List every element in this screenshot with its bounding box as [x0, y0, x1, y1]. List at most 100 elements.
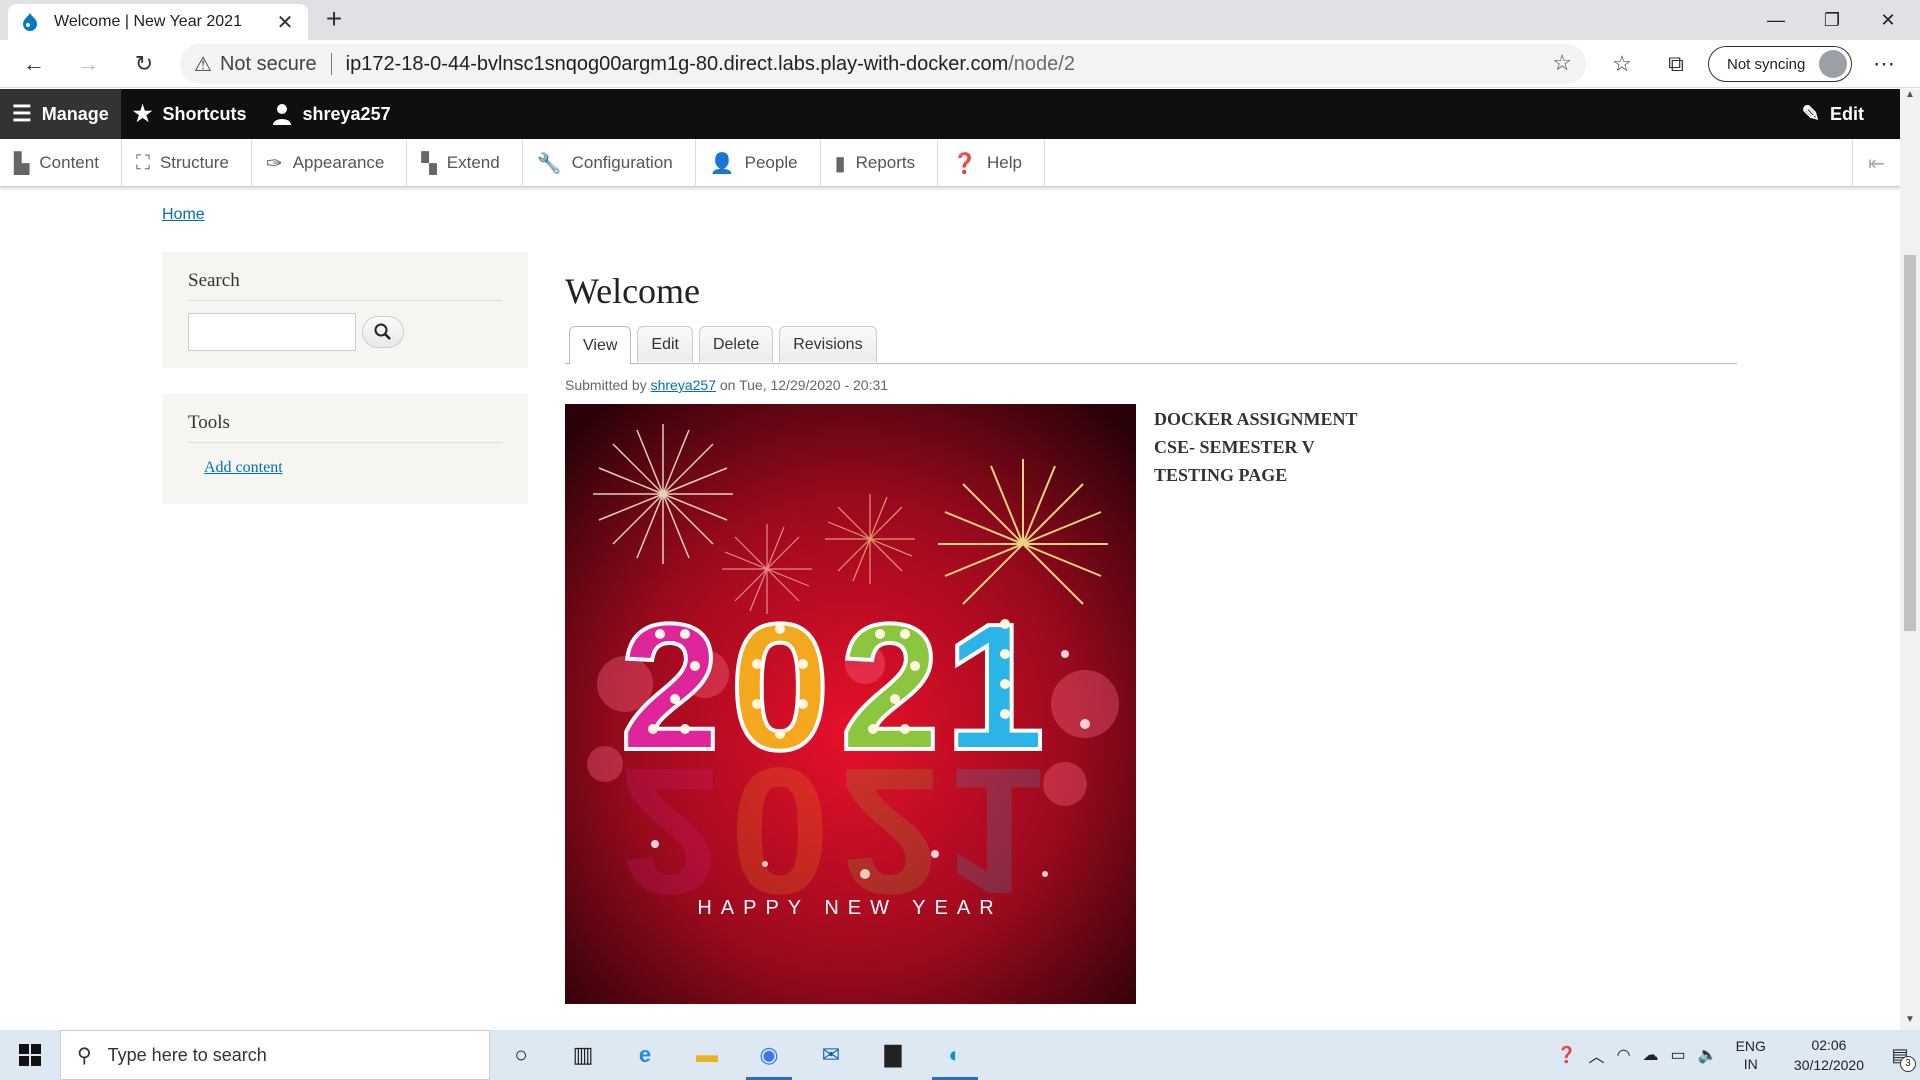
favorites-icon[interactable]: ☆ — [1604, 46, 1640, 82]
user-button[interactable]: shreya257 — [259, 89, 403, 139]
favorite-star-icon[interactable]: ☆ — [1552, 50, 1572, 76]
wrench-icon: 🔧 — [536, 152, 562, 175]
network-icon[interactable]: ◠ — [1617, 1045, 1631, 1065]
tray-item-help[interactable]: ❓ Help — [938, 139, 1045, 187]
edit-label: Edit — [1830, 103, 1864, 124]
submitted-prefix: Submitted by — [565, 377, 647, 393]
warning-icon[interactable]: ⚠ — [194, 52, 212, 77]
hamburger-icon: ☰ — [12, 101, 32, 126]
mail-icon[interactable]: ✉ — [800, 1030, 862, 1080]
manage-button[interactable]: ☰ Manage — [0, 89, 121, 139]
battery-icon[interactable]: ▭ — [1671, 1045, 1686, 1065]
people-icon: 👤 — [709, 152, 735, 175]
more-menu-icon[interactable]: ⋯ — [1866, 46, 1902, 82]
file-explorer-icon[interactable]: ▬ — [676, 1030, 738, 1080]
tab-close-icon[interactable]: ✕ — [274, 10, 296, 35]
tray-item-reports[interactable]: ▮ Reports — [821, 139, 939, 187]
profile-sync-button[interactable]: Not syncing — [1708, 46, 1852, 82]
user-label: shreya257 — [302, 103, 391, 124]
notification-badge: 3 — [1900, 1056, 1916, 1072]
chrome-icon[interactable]: ◉ — [738, 1030, 800, 1080]
taskbar-search-placeholder: Type here to search — [107, 1044, 267, 1065]
forward-icon[interactable]: → — [70, 46, 106, 82]
tray-item-content[interactable]: ▙ Content — [0, 139, 122, 187]
tray-label: Appearance — [292, 153, 385, 172]
tray-item-appearance[interactable]: ✑ Appearance — [252, 139, 408, 187]
tray-item-configuration[interactable]: 🔧 Configuration — [523, 139, 696, 187]
help-tray-icon[interactable]: ❓ — [1557, 1045, 1577, 1065]
breadcrumb-home[interactable]: Home — [162, 206, 205, 224]
search-button[interactable] — [362, 316, 404, 348]
bar-chart-icon: ▮ — [834, 152, 846, 175]
tab-revisions[interactable]: Revisions — [779, 326, 877, 362]
restore-icon[interactable]: ❐ — [1804, 0, 1860, 40]
add-content-link[interactable]: Add content — [204, 459, 283, 477]
tray-item-structure[interactable]: ⛶ Structure — [122, 139, 252, 187]
terminal-icon[interactable]: ▇ — [862, 1030, 924, 1080]
tray-orientation-toggle-icon[interactable]: ⇤ — [1852, 139, 1900, 187]
start-button[interactable] — [0, 1030, 60, 1080]
lang-code: ENG — [1735, 1038, 1766, 1054]
page-scrollbar[interactable]: ▲ ▼ — [1900, 89, 1920, 1030]
task-view-icon[interactable]: ▥ — [552, 1030, 614, 1080]
taskbar-search-box[interactable]: ⚲ Type here to search — [60, 1030, 490, 1080]
tab-edit[interactable]: Edit — [637, 326, 693, 362]
notifications-icon[interactable]: ▤ 3 — [1880, 1030, 1920, 1080]
edge-icon[interactable]: ◐ — [924, 1030, 986, 1080]
tray-item-extend[interactable]: ▚ Extend — [407, 139, 523, 187]
reload-icon[interactable]: ↻ — [126, 46, 162, 82]
tray-label: Structure — [159, 153, 229, 172]
new-year-image: 2 0 2 1 2 0 2 1 HAPPY NEW YEAR — [565, 404, 1136, 1004]
scroll-up-icon[interactable]: ▲ — [1900, 89, 1920, 105]
onedrive-icon[interactable]: ☁ — [1643, 1045, 1659, 1065]
scroll-down-icon[interactable]: ▼ — [1900, 1014, 1920, 1030]
internet-explorer-icon[interactable]: e — [614, 1030, 676, 1080]
file-icon: ▙ — [14, 152, 30, 175]
volume-icon[interactable]: 🔈 — [1698, 1045, 1718, 1065]
drupal-favicon-icon — [23, 13, 37, 31]
scroll-thumb[interactable] — [1904, 255, 1916, 631]
avatar — [1819, 50, 1847, 78]
user-icon — [272, 104, 291, 125]
image-caption: HAPPY NEW YEAR — [697, 897, 1002, 919]
clock[interactable]: 02:06 30/12/2020 — [1794, 1035, 1864, 1075]
search-block: Search — [162, 252, 528, 368]
address-bar[interactable]: ⚠ Not secure ip172-18-0-44-bvlnsc1snqog0… — [180, 44, 1586, 84]
submitted-info: Submitted by shreya257 on Tue, 12/29/202… — [565, 377, 888, 393]
lang-region: IN — [1743, 1056, 1758, 1072]
tools-block-title: Tools — [188, 412, 502, 443]
tab-delete[interactable]: Delete — [698, 326, 774, 362]
close-window-icon[interactable]: ✕ — [1860, 0, 1916, 40]
language-indicator[interactable]: ENG IN — [1736, 1037, 1766, 1073]
tab-view[interactable]: View — [569, 326, 632, 364]
browser-tabstrip: Welcome | New Year 2021 ✕ + — ❐ ✕ — [0, 0, 1920, 40]
edit-mode-button[interactable]: ✎ Edit — [1790, 89, 1876, 139]
help-icon: ❓ — [952, 152, 978, 175]
page-title: Welcome — [565, 271, 701, 311]
browser-tab[interactable]: Welcome | New Year 2021 ✕ — [8, 4, 308, 40]
body-line: DOCKER ASSIGNMENT — [1154, 409, 1358, 429]
cortana-icon[interactable]: ○ — [490, 1030, 552, 1080]
body-text: DOCKER ASSIGNMENT CSE- SEMESTER V TESTIN… — [1154, 405, 1358, 489]
back-icon[interactable]: ← — [16, 46, 52, 82]
body-line: TESTING PAGE — [1154, 465, 1288, 485]
search-input[interactable] — [188, 313, 356, 351]
tools-block: Tools Add content — [162, 394, 528, 504]
shortcuts-button[interactable]: ★ Shortcuts — [121, 89, 259, 139]
tab-title: Welcome | New Year 2021 — [54, 13, 242, 30]
tray-label: Content — [39, 153, 99, 172]
windows-taskbar: ⚲ Type here to search ○ ▥ e ▬ ◉ ✉ ▇ ◐ ❓ … — [0, 1030, 1920, 1080]
collections-icon[interactable]: ⧉ — [1658, 46, 1694, 82]
author-link[interactable]: shreya257 — [651, 377, 716, 393]
new-tab-icon[interactable]: + — [316, 4, 352, 36]
url-path: /node/2 — [1008, 52, 1075, 75]
tray-label: Reports — [855, 153, 916, 172]
system-tray: ❓ ︿ ◠ ☁ ▭ 🔈 ENG IN 02:06 30/12/2020 ▤ 3 — [1551, 1030, 1920, 1080]
url-text[interactable]: ip172-18-0-44-bvlnsc1snqog00argm1g-80.di… — [346, 53, 1075, 76]
not-secure-label[interactable]: Not secure — [220, 53, 317, 76]
minimize-icon[interactable]: — — [1748, 0, 1804, 40]
admin-toolbar: ☰ Manage ★ Shortcuts shreya257 ✎ Edit — [0, 89, 1900, 139]
chevron-up-icon[interactable]: ︿ — [1589, 1043, 1605, 1067]
tray-item-people[interactable]: 👤 People — [696, 139, 821, 187]
url-host: ip172-18-0-44-bvlnsc1snqog00argm1g-80.di… — [345, 52, 1009, 75]
